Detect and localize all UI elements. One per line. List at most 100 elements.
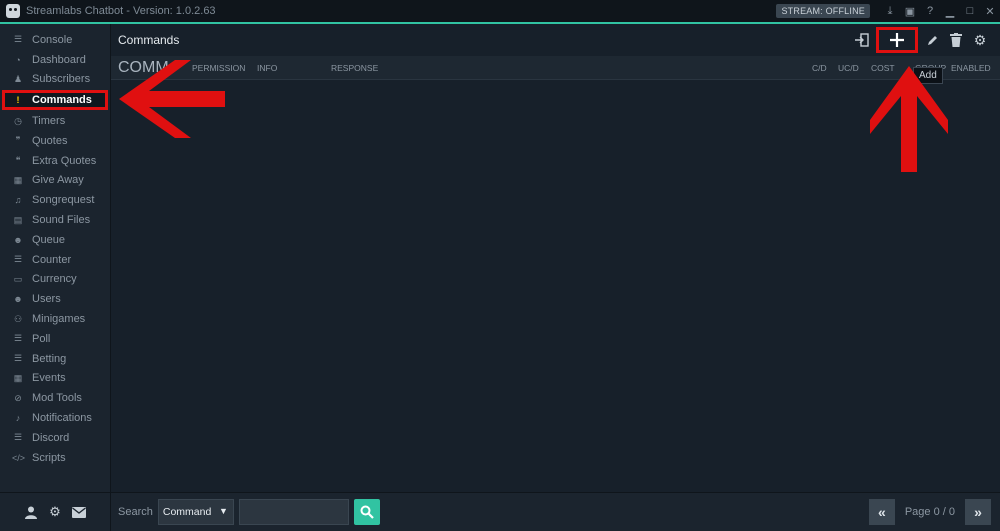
sidebar-item-label: Users xyxy=(32,293,61,306)
sidebar-item-poll[interactable]: ☰ Poll xyxy=(0,329,110,349)
bottom-bar: Search Command ▼ « Page 0 / 0 » xyxy=(111,492,1000,531)
sidebar-item-minigames[interactable]: ⚇ Minigames xyxy=(0,309,110,329)
sidebar-item-currency[interactable]: ▭ Currency xyxy=(0,270,110,290)
main-panel: Commands ⚙ COMM PERMISSION INFO RESPONSE… xyxy=(111,24,1000,492)
mail-icon[interactable] xyxy=(71,504,87,520)
sidebar-item-label: Give Away xyxy=(32,174,84,187)
sidebar-item-timers[interactable]: ◷ Timers xyxy=(0,111,110,131)
download-icon[interactable]: ⤓ xyxy=(880,0,900,22)
search-icon xyxy=(360,505,374,519)
sidebar-item-label: Poll xyxy=(32,332,51,345)
code-icon: </> xyxy=(12,452,26,463)
help-icon[interactable]: ? xyxy=(920,0,940,22)
settings-gear-icon[interactable]: ⚙ xyxy=(970,29,990,51)
next-page-button[interactable]: » xyxy=(965,499,991,525)
page-title: Commands xyxy=(118,33,180,47)
page-indicator: Page 0 / 0 xyxy=(904,506,955,518)
search-label: Search xyxy=(118,506,153,518)
main-header: Commands ⚙ xyxy=(111,24,1000,56)
calendar-icon: ▦ xyxy=(13,372,23,383)
music-icon: ♫ xyxy=(14,195,22,206)
sidebar-item-dashboard[interactable]: ◔ Dashboard xyxy=(0,50,110,70)
sidebar-item-extra-quotes[interactable]: ❝ Extra Quotes xyxy=(0,151,110,171)
bell-icon: ♪ xyxy=(15,413,21,424)
sidebar-item-label: Counter xyxy=(32,253,72,266)
sidebar-item-label: Songrequest xyxy=(32,194,95,207)
sidebar-item-console[interactable]: ☰ Console xyxy=(0,30,110,50)
title-bar: Streamlabs Chatbot - Version: 1.0.2.63 S… xyxy=(0,0,1000,22)
sidebar-item-commands[interactable]: ! Commands xyxy=(2,90,108,111)
stream-status-badge: STREAM: OFFLINE xyxy=(776,4,870,18)
up-arrow-annotation xyxy=(870,66,948,172)
quote-icon: ❞ xyxy=(15,135,21,146)
toolbar: ⚙ xyxy=(852,27,990,53)
clock-icon: ◷ xyxy=(14,115,22,126)
sidebar-item-users[interactable]: ☻ Users xyxy=(0,289,110,309)
exclamation-icon: ! xyxy=(16,95,20,106)
sidebar: ☰ Console ◔ Dashboard ♟ Subscribers ! Comman… xyxy=(0,24,111,492)
search-input[interactable] xyxy=(238,499,349,525)
sidebar-item-quotes[interactable]: ❞ Quotes xyxy=(0,131,110,151)
window-title: Streamlabs Chatbot - Version: 1.0.2.63 xyxy=(26,5,216,17)
menu-icon: ☰ xyxy=(13,432,23,443)
sidebar-item-sound-files[interactable]: ▤ Sound Files xyxy=(0,210,110,230)
column-info[interactable]: INFO xyxy=(257,56,277,80)
menu-icon: ☰ xyxy=(13,333,23,344)
sidebar-item-label: Events xyxy=(32,372,66,385)
previous-page-button[interactable]: « xyxy=(868,499,895,525)
save-icon[interactable]: ▣ xyxy=(900,0,920,22)
sidebar-item-events[interactable]: ▦ Events xyxy=(0,369,110,389)
gear-icon[interactable]: ⚙ xyxy=(47,504,63,520)
app-logo-icon xyxy=(6,4,20,18)
column-cd[interactable]: C/D xyxy=(812,56,827,80)
sidebar-item-label: Extra Quotes xyxy=(32,154,97,167)
sidebar-item-give-away[interactable]: ▦ Give Away xyxy=(0,171,110,191)
sidebar-item-mod-tools[interactable]: ⊘ Mod Tools xyxy=(0,388,110,408)
sidebar-item-scripts[interactable]: </> Scripts xyxy=(0,448,110,468)
sidebar-item-label: Quotes xyxy=(32,134,68,147)
sidebar-item-queue[interactable]: ☻ Queue xyxy=(0,230,110,250)
column-enabled[interactable]: ENABLED xyxy=(951,56,991,80)
sidebar-item-notifications[interactable]: ♪ Notifications xyxy=(0,408,110,428)
menu-icon: ☰ xyxy=(13,254,23,265)
sidebar-item-label: Scripts xyxy=(32,451,66,464)
users-icon: ☻ xyxy=(13,294,23,305)
search-button[interactable] xyxy=(353,499,380,525)
sidebar-item-label: Console xyxy=(32,33,73,46)
sidebar-footer: ⚙ xyxy=(0,492,111,531)
sidebar-item-label: Queue xyxy=(32,233,66,246)
sidebar-item-label: Betting xyxy=(32,352,67,365)
sidebar-item-label: Minigames xyxy=(32,313,86,326)
quote-icon: ❝ xyxy=(15,155,21,166)
sidebar-item-betting[interactable]: ☰ Betting xyxy=(0,349,110,369)
sidebar-item-label: Dashboard xyxy=(32,53,86,66)
search-field-select[interactable]: Command ▼ xyxy=(157,499,234,525)
minimize-icon[interactable]: ▁ xyxy=(940,0,960,22)
sidebar-item-label: Currency xyxy=(32,273,77,286)
sidebar-item-label: Subscribers xyxy=(32,73,91,86)
close-icon[interactable]: ✕ xyxy=(980,0,1000,22)
user-icon[interactable] xyxy=(23,504,39,520)
gamepad-icon: ⚇ xyxy=(13,313,23,324)
column-ucd[interactable]: UC/D xyxy=(838,56,859,80)
file-icon: ▤ xyxy=(13,214,23,225)
sidebar-nav: ☰ Console ◔ Dashboard ♟ Subscribers ! Comman… xyxy=(0,24,110,468)
users-icon: ☻ xyxy=(13,234,23,245)
sidebar-item-label: Commands xyxy=(32,94,92,107)
sidebar-item-subscribers[interactable]: ♟ Subscribers xyxy=(0,70,110,90)
sidebar-item-label: Notifications xyxy=(32,412,92,425)
sidebar-item-songrequest[interactable]: ♫ Songrequest xyxy=(0,190,110,210)
maximize-icon[interactable]: □ xyxy=(960,0,980,22)
add-command-button[interactable] xyxy=(876,27,918,53)
trash-icon[interactable] xyxy=(946,29,966,51)
sidebar-item-discord[interactable]: ☰ Discord xyxy=(0,428,110,448)
sidebar-item-label: Sound Files xyxy=(32,214,91,227)
edit-icon[interactable] xyxy=(922,29,942,51)
menu-icon: ☰ xyxy=(13,353,23,364)
sidebar-item-counter[interactable]: ☰ Counter xyxy=(0,250,110,270)
chevron-down-icon: ▼ xyxy=(218,506,228,516)
import-icon[interactable] xyxy=(852,29,872,51)
ban-icon: ⊘ xyxy=(14,392,22,403)
dashboard-icon: ◔ xyxy=(15,54,21,65)
column-response[interactable]: RESPONSE xyxy=(331,56,378,80)
